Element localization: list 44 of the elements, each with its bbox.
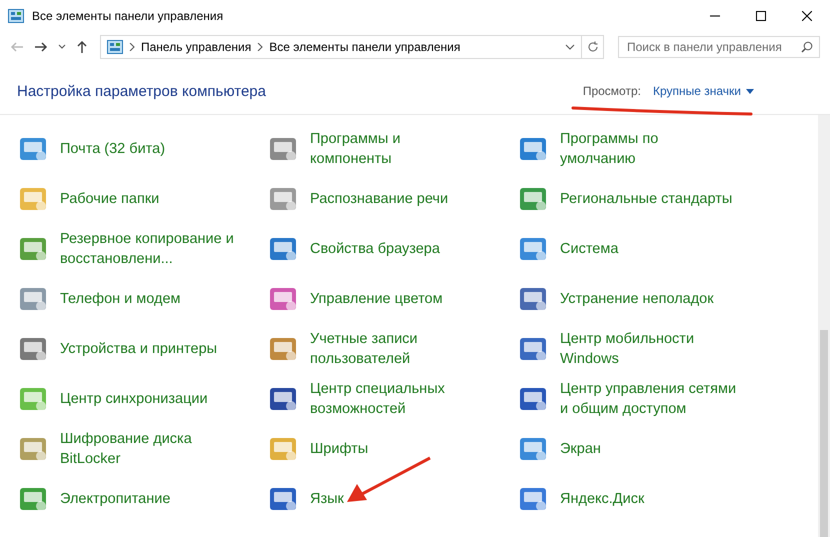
control-panel-item[interactable]: Резервное копирование и восстановлени... [17, 224, 267, 274]
control-panel-item[interactable]: Экран [517, 424, 818, 474]
address-field[interactable]: Панель управления Все элементы панели управления [100, 35, 604, 59]
control-panel-item[interactable]: Устранение неполадок [517, 274, 818, 324]
control-panel-item[interactable]: Программы и компоненты [267, 124, 517, 174]
close-icon [802, 11, 812, 21]
chevron-down-icon [58, 44, 66, 50]
view-dropdown[interactable]: Крупные значки [652, 84, 754, 98]
control-panel-icon [107, 40, 123, 54]
control-panel-item[interactable]: Управление цветом [267, 274, 517, 324]
control-panel-item[interactable]: Учетные записи пользователей [267, 324, 517, 374]
chevron-icon [129, 43, 135, 51]
search-icon [801, 41, 813, 53]
control-panel-item[interactable]: Центр мобильности Windows [517, 324, 818, 374]
control-panel-item[interactable]: Свойства браузера [267, 224, 517, 274]
chevron-icon [257, 43, 264, 51]
caret-down-icon [746, 88, 754, 94]
maximize-icon [756, 11, 766, 21]
breadcrumb[interactable]: Все элементы панели управления [269, 40, 460, 54]
control-panel-item[interactable]: Центр управления сетями и общим доступом [517, 374, 818, 424]
control-panel-item[interactable]: Шифрование диска BitLocker [17, 424, 267, 474]
control-panel-item[interactable]: Рабочие папки [17, 174, 267, 224]
control-panel-item[interactable]: Распознавание речи [267, 174, 517, 224]
control-panel-item[interactable]: Почта (32 бита) [17, 124, 267, 174]
view-label: Просмотр: [582, 84, 641, 98]
refresh-icon [586, 41, 598, 53]
dropdown-icon[interactable] [565, 44, 575, 50]
control-panel-item[interactable]: Программы по умолчанию [517, 124, 818, 174]
control-panel-item[interactable]: Электропитание [17, 474, 267, 524]
window-title: Все элементы панели управления [32, 9, 224, 23]
control-panel-item[interactable]: Центр синхронизации [17, 374, 267, 424]
control-panel-item[interactable]: Устройства и принтеры [17, 324, 267, 374]
control-panel-icon [8, 9, 24, 23]
control-panel-item[interactable]: Региональные стандарты [517, 174, 818, 224]
control-panel-item[interactable]: Яндекс.Диск [517, 474, 818, 524]
control-panel-item[interactable]: Система [517, 224, 818, 274]
control-panel-item[interactable]: Центр специальных возможностей [267, 374, 517, 424]
page-heading: Настройка параметров компьютера [17, 82, 267, 100]
search-field[interactable]: Поиск в панели управления [618, 36, 820, 58]
control-panel-item[interactable]: Язык [267, 474, 517, 524]
control-panel-item[interactable]: Шрифты [267, 424, 517, 474]
control-panel-item[interactable]: Телефон и модем [17, 274, 267, 324]
breadcrumb[interactable]: Панель управления [141, 40, 252, 54]
scrollbar[interactable] [818, 115, 830, 537]
